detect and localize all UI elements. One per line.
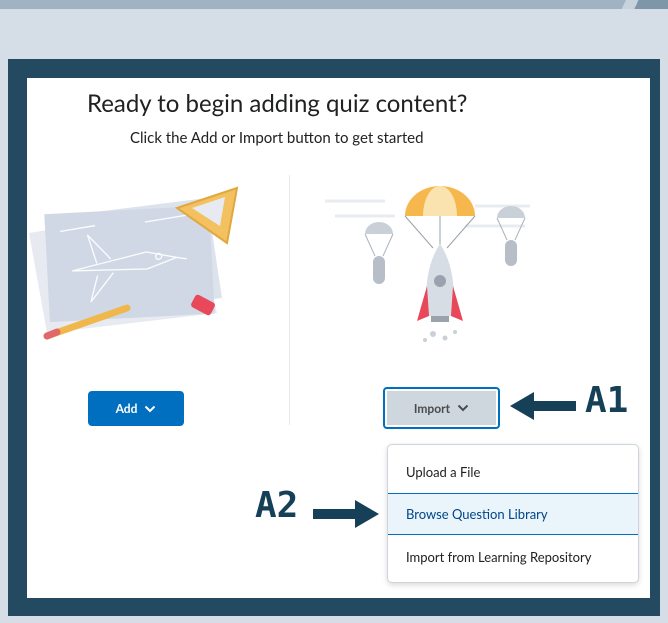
add-button[interactable]: Add: [88, 391, 184, 426]
top-band-accent: [588, 0, 668, 9]
annotation-label-a1: A1: [585, 380, 629, 421]
import-button[interactable]: Import: [383, 387, 500, 429]
import-button-label: Import: [413, 400, 451, 416]
menu-item-label: Browse Question Library: [406, 506, 548, 522]
page-subtitle: Click the Add or Import button to get st…: [130, 129, 424, 147]
menu-item-label: Upload a File: [406, 464, 481, 480]
rocket-parachute-icon: [325, 186, 530, 342]
annotation-label-a2: A2: [255, 485, 299, 526]
chevron-down-icon: [145, 405, 156, 412]
add-button-label: Add: [115, 401, 138, 416]
menu-item-import-learning-repository[interactable]: Import from Learning Repository: [388, 536, 638, 578]
menu-item-upload-file[interactable]: Upload a File: [388, 451, 638, 493]
top-band: [0, 0, 668, 9]
page-title: Ready to begin adding quiz content?: [87, 89, 468, 118]
import-dropdown-menu: Upload a File Browse Question Library Im…: [387, 444, 639, 583]
chevron-down-icon: [457, 404, 469, 412]
menu-item-browse-question-library[interactable]: Browse Question Library: [388, 493, 638, 535]
arrow-icon: [510, 392, 576, 420]
blueprint-icon: [29, 186, 239, 340]
arrow-icon: [313, 500, 379, 528]
menu-item-label: Import from Learning Repository: [406, 549, 592, 565]
divider: [289, 175, 290, 425]
